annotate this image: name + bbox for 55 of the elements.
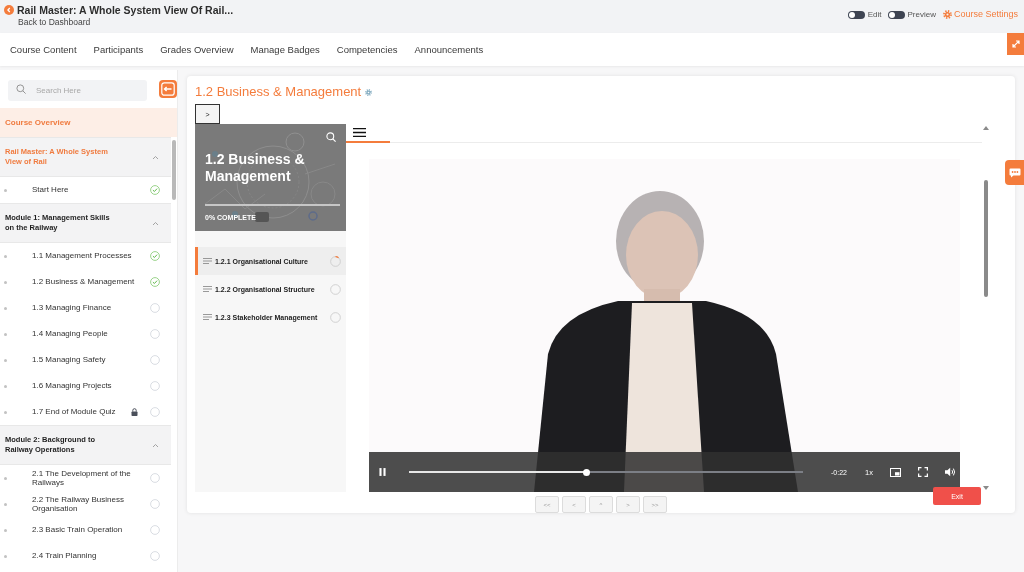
speech-bubble-icon	[1008, 167, 1021, 178]
bullet-dot-icon	[4, 384, 7, 388]
fullscreen-button[interactable]	[917, 467, 928, 477]
toggle-switch[interactable]	[887, 10, 905, 19]
text-lines-icon	[203, 286, 212, 292]
volume-icon	[944, 467, 956, 477]
seek-thumb[interactable]	[582, 468, 590, 476]
picture-in-picture-button[interactable]	[889, 467, 901, 477]
text-lines-icon	[203, 258, 212, 264]
bullet-dot-icon	[4, 254, 7, 258]
text-lines-icon	[203, 314, 212, 320]
tab[interactable]: Competencies	[336, 33, 398, 66]
expand-icon	[1011, 40, 1020, 48]
tab[interactable]: Participants	[93, 33, 144, 66]
bullet-dot-icon	[4, 188, 7, 192]
scrollbar-thumb[interactable]	[172, 140, 176, 200]
gear-icon	[942, 10, 952, 19]
pause-button[interactable]	[378, 467, 387, 477]
collapse-sidebar-button[interactable]	[159, 80, 177, 98]
scrollbar-thumb[interactable]	[984, 180, 988, 297]
search-icon	[16, 84, 26, 94]
back-link[interactable]: Back to Dashboard	[18, 17, 234, 27]
volume-button[interactable]	[944, 467, 956, 477]
tab[interactable]: Announcements	[414, 33, 484, 66]
bullet-dot-icon	[4, 410, 7, 414]
gear-icon[interactable]	[365, 88, 373, 96]
scroll-down-icon[interactable]	[983, 486, 989, 490]
toggle-label: Preview	[907, 9, 936, 20]
menu-icon	[353, 128, 366, 137]
cover-title: 1.2 Business & Management	[205, 151, 306, 185]
picture-in-picture-icon	[889, 467, 901, 477]
bullet-dot-icon	[4, 502, 7, 506]
toggle-label: Edit	[867, 9, 882, 20]
search-field[interactable]: Search Here	[8, 79, 147, 101]
bullet-dot-icon	[4, 528, 7, 532]
arrow-left-icon	[161, 82, 175, 96]
course-title: Rail Master: A Whole System View Of Rail...	[17, 3, 234, 17]
bullet-dot-icon	[4, 332, 7, 336]
tab[interactable]: Grades Overview	[160, 33, 234, 66]
tab[interactable]: Manage Badges	[250, 33, 320, 66]
scroll-up-icon[interactable]	[983, 126, 989, 130]
bullet-dot-icon	[4, 554, 7, 558]
expand-button[interactable]	[1007, 33, 1024, 55]
chat-button[interactable]	[1005, 160, 1024, 185]
fullscreen-icon	[917, 467, 928, 477]
search-icon[interactable]	[326, 132, 336, 142]
toggle-switch[interactable]	[847, 10, 865, 19]
bullet-dot-icon	[4, 306, 7, 310]
bullet-dot-icon	[4, 280, 7, 284]
bullet-dot-icon	[4, 476, 7, 480]
tab[interactable]: Course Content	[10, 33, 77, 66]
bullet-dot-icon	[4, 358, 7, 362]
back-arrow-icon[interactable]	[4, 5, 14, 15]
lesson-title: 1.2 Business & Management	[195, 84, 362, 100]
pause-icon	[379, 468, 386, 476]
